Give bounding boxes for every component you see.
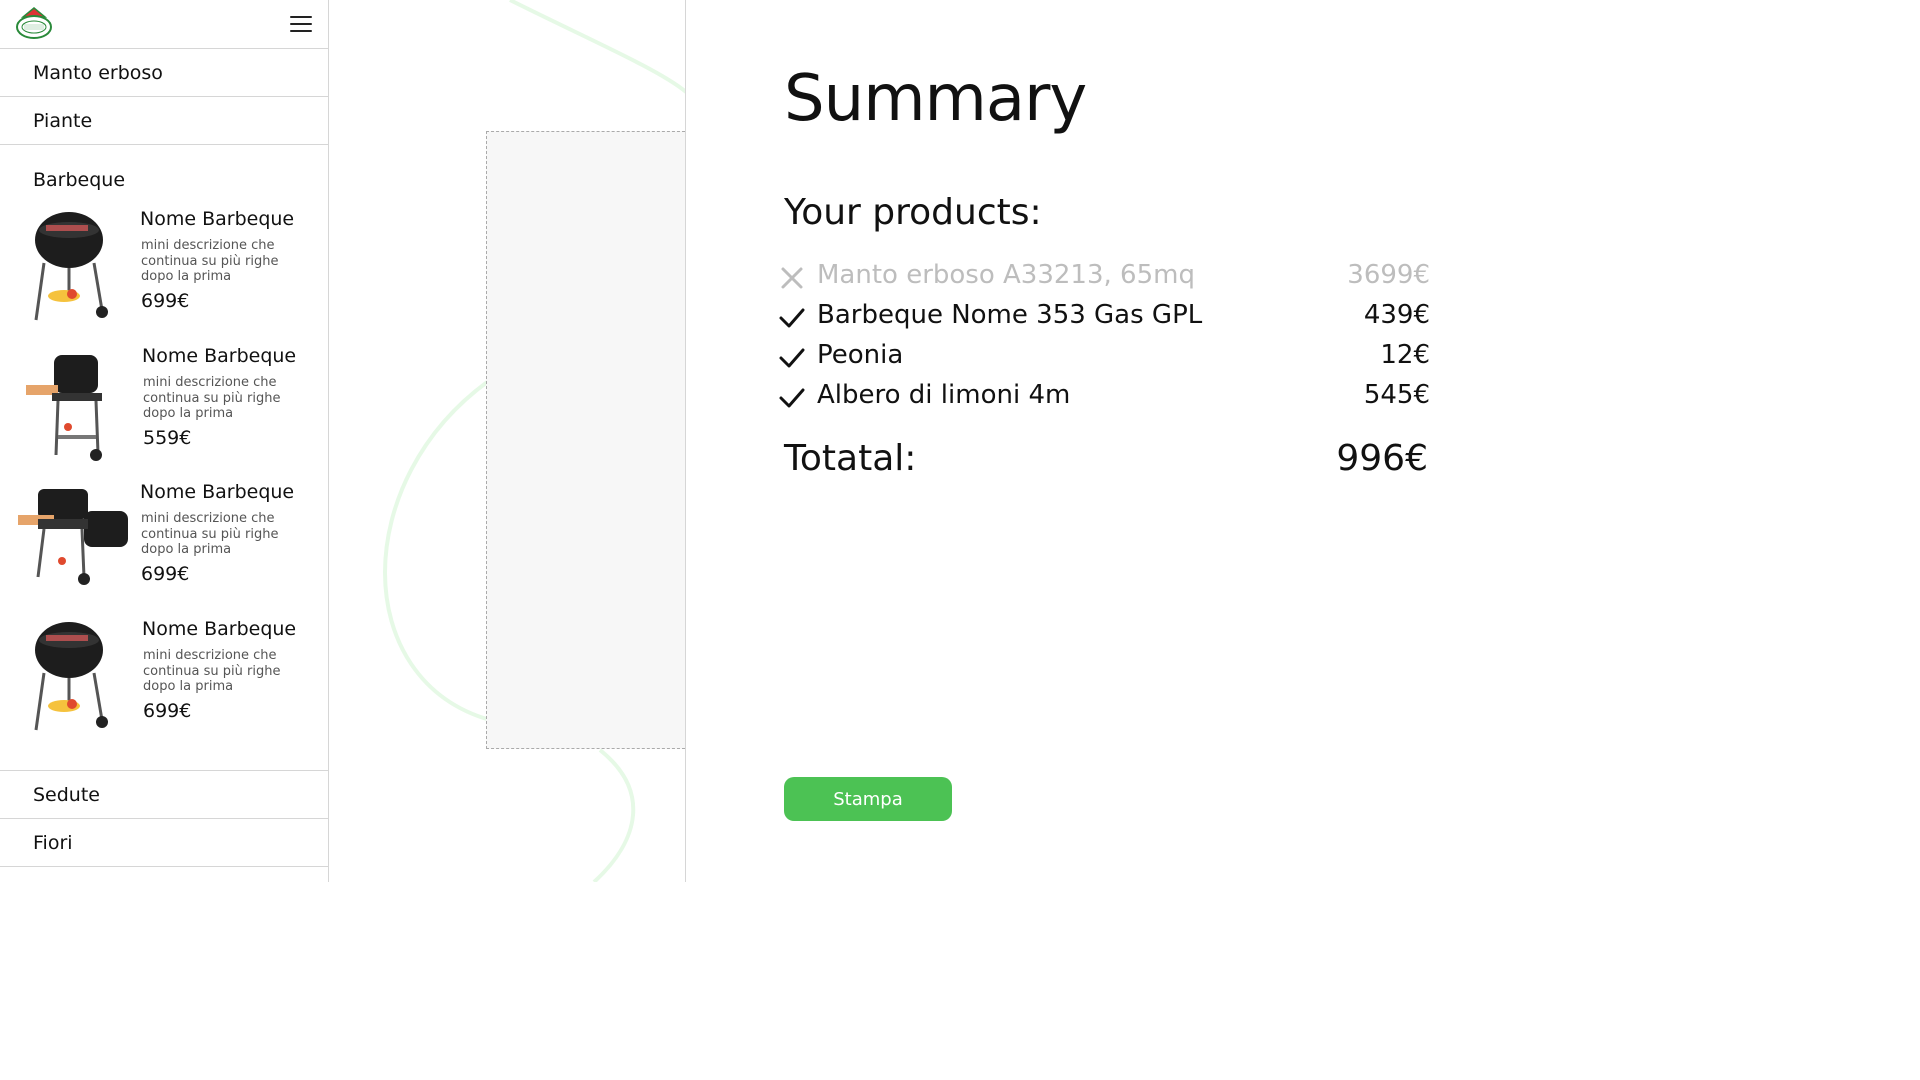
check-icon[interactable] (778, 304, 806, 332)
product-name: Nome Barbeque (140, 481, 295, 503)
product-card[interactable]: Nome Barbeque mini descrizione che conti… (0, 481, 329, 611)
summary-item: Peonia 12€ (779, 340, 1430, 376)
item-label: Manto erboso A33213, 65mq (817, 260, 1195, 290)
kettle-grill-image (34, 212, 108, 321)
check-icon[interactable] (778, 344, 806, 372)
product-description: mini descrizione che continua su più rig… (143, 375, 281, 421)
product-name: Nome Barbeque (140, 208, 295, 230)
item-price: 3699€ (1347, 260, 1430, 290)
item-label: Albero di limoni 4m (817, 380, 1071, 410)
product-price: 699€ (141, 563, 190, 585)
products-heading: Your products: (784, 192, 1042, 233)
category-fiori[interactable]: Fiori (0, 819, 329, 867)
total-row: Totatal: 996€ (784, 438, 1428, 479)
product-name: Nome Barbeque (142, 345, 297, 367)
divider (685, 0, 686, 882)
summary-item-removed: Manto erboso A33213, 65mq 3699€ (781, 260, 1430, 296)
preview-placeholder (486, 131, 685, 749)
product-price: 559€ (143, 427, 192, 449)
category-sedute[interactable]: Sedute (0, 771, 329, 819)
product-price: 699€ (141, 290, 190, 312)
summary-item: Barbeque Nome 353 Gas GPL 439€ (779, 300, 1430, 336)
product-price: 699€ (143, 700, 192, 722)
kettle-grill-image (34, 622, 108, 731)
product-description: mini descrizione che continua su più rig… (141, 511, 279, 557)
item-price: 439€ (1363, 300, 1430, 330)
product-description: mini descrizione che continua su più rig… (143, 648, 281, 694)
logo (16, 7, 52, 39)
product-card[interactable]: Nome Barbeque mini descrizione che conti… (0, 345, 329, 475)
category-piante[interactable]: Piante (0, 97, 328, 145)
product-card[interactable]: Nome Barbeque mini descrizione che conti… (0, 208, 329, 338)
offset-smoker-image (18, 489, 128, 585)
barrel-grill-image (26, 355, 102, 461)
category-manto-erboso[interactable]: Manto erboso (0, 49, 328, 97)
product-name: Nome Barbeque (142, 618, 297, 640)
page-title: Summary (784, 62, 1087, 136)
product-card[interactable]: Nome Barbeque mini descrizione che conti… (0, 618, 329, 748)
x-icon[interactable] (778, 264, 806, 292)
total-value: 996€ (1336, 438, 1428, 479)
item-label: Barbeque Nome 353 Gas GPL (817, 300, 1203, 330)
menu-icon[interactable] (290, 16, 312, 32)
check-icon[interactable] (778, 384, 806, 412)
category-barbeque[interactable]: Barbeque (0, 145, 328, 207)
total-label: Totatal: (784, 438, 917, 479)
summary-item: Albero di limoni 4m 545€ (779, 380, 1430, 416)
item-label: Peonia (817, 340, 904, 370)
sidebar: Manto erboso Piante Barbeque Nome Barbeq… (0, 0, 329, 882)
sidebar-header (0, 0, 328, 49)
print-button[interactable]: Stampa (784, 777, 952, 821)
item-price: 545€ (1363, 380, 1430, 410)
item-price: 12€ (1380, 340, 1430, 370)
product-description: mini descrizione che continua su più rig… (141, 238, 279, 284)
